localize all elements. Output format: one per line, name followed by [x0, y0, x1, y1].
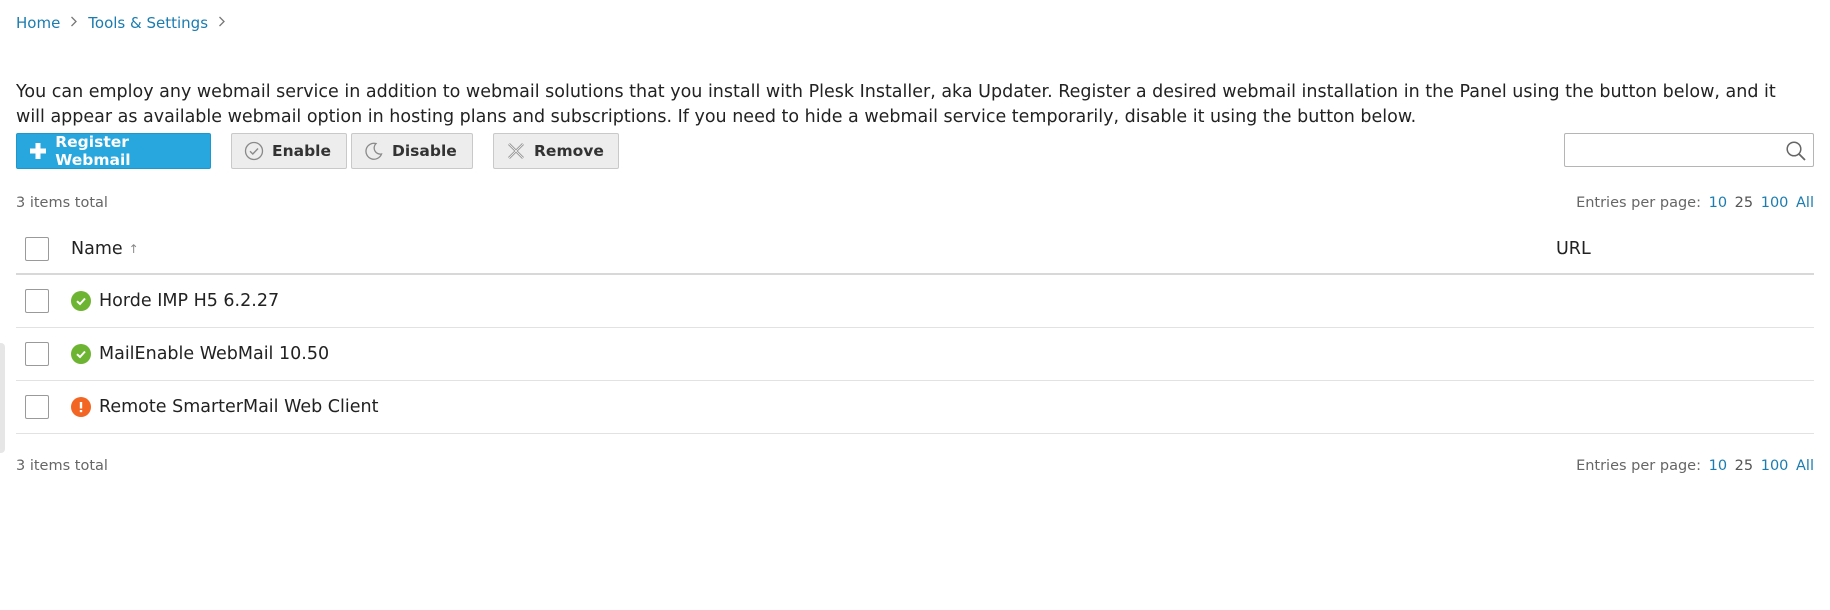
items-total: 3 items total [16, 195, 108, 211]
row-checkbox[interactable] [25, 342, 49, 366]
row-checkbox[interactable] [25, 289, 49, 313]
entries-option-25: 25 [1734, 195, 1754, 211]
table-row: Remote SmarterMail Web Client [16, 381, 1814, 434]
register-webmail-label: Register Webmail [55, 133, 131, 169]
entries-per-page: Entries per page: 10 25 100 All [1576, 458, 1814, 474]
items-total: 3 items total [16, 458, 108, 474]
search-box [1564, 133, 1814, 167]
webmail-table: Name ↑ URL Horde IMP H5 6.2.27 MailEnabl… [16, 225, 1814, 434]
status-ok-icon [71, 291, 91, 311]
plus-icon [29, 141, 47, 161]
check-circle-icon [244, 141, 264, 161]
disable-button[interactable]: Disable [351, 133, 473, 169]
search-input[interactable] [1569, 135, 1783, 167]
moon-icon [364, 141, 384, 161]
entries-option-10[interactable]: 10 [1709, 195, 1727, 211]
toolbar: Register Webmail Enable Disable Remove [16, 133, 1814, 169]
row-name-cell: Remote SmarterMail Web Client [71, 397, 378, 417]
entries-option-10[interactable]: 10 [1709, 458, 1727, 474]
sort-ascending-icon: ↑ [128, 242, 139, 256]
entries-option-100[interactable]: 100 [1761, 195, 1789, 211]
side-panel-handle[interactable] [0, 343, 5, 453]
entries-per-page: Entries per page: 10 25 100 All [1576, 195, 1814, 211]
breadcrumb-home-link[interactable]: Home [16, 14, 60, 32]
list-summary-bottom: 3 items total Entries per page: 10 25 10… [16, 458, 1814, 474]
chevron-right-icon [70, 16, 78, 30]
list-summary-top: 3 items total Entries per page: 10 25 10… [16, 195, 1814, 211]
enable-button[interactable]: Enable [231, 133, 347, 169]
remove-button[interactable]: Remove [493, 133, 619, 169]
entries-per-page-label: Entries per page: [1576, 195, 1701, 211]
row-name[interactable]: Remote SmarterMail Web Client [99, 397, 378, 417]
column-header-name[interactable]: Name ↑ [71, 239, 139, 259]
entries-option-all[interactable]: All [1796, 195, 1814, 211]
column-header-name-label: Name [71, 239, 123, 259]
table-row: MailEnable WebMail 10.50 [16, 328, 1814, 381]
entries-option-all[interactable]: All [1796, 458, 1814, 474]
row-checkbox[interactable] [25, 395, 49, 419]
entries-option-100[interactable]: 100 [1761, 458, 1789, 474]
column-header-url[interactable]: URL [1556, 239, 1591, 259]
row-name-cell: Horde IMP H5 6.2.27 [71, 291, 279, 311]
row-name[interactable]: MailEnable WebMail 10.50 [99, 344, 329, 364]
breadcrumb-tools-settings-link[interactable]: Tools & Settings [88, 14, 208, 32]
entries-per-page-label: Entries per page: [1576, 458, 1701, 474]
remove-label: Remove [534, 142, 604, 160]
page-description: You can employ any webmail service in ad… [16, 81, 1776, 128]
row-name-cell: MailEnable WebMail 10.50 [71, 344, 329, 364]
status-warning-icon [71, 397, 91, 417]
row-name[interactable]: Horde IMP H5 6.2.27 [99, 291, 279, 311]
select-all-checkbox[interactable] [25, 237, 49, 261]
enable-label: Enable [272, 142, 332, 160]
breadcrumb: Home Tools & Settings [16, 14, 236, 32]
table-header: Name ↑ URL [16, 225, 1814, 275]
chevron-right-icon [218, 16, 226, 30]
table-row: Horde IMP H5 6.2.27 [16, 275, 1814, 328]
entries-option-25: 25 [1734, 458, 1754, 474]
remove-x-icon [506, 141, 526, 161]
search-icon[interactable] [1785, 140, 1807, 166]
register-webmail-button[interactable]: Register Webmail [16, 133, 211, 169]
disable-label: Disable [392, 142, 457, 160]
status-ok-icon [71, 344, 91, 364]
